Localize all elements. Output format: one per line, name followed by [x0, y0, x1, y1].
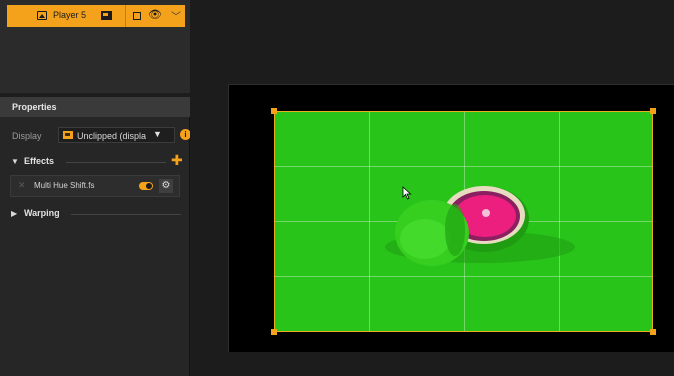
corner-handle-top-right[interactable]: [650, 108, 656, 114]
section-divider: [71, 214, 181, 215]
eye-icon[interactable]: 👁︎: [148, 9, 162, 21]
add-effect-button[interactable]: ✚: [171, 153, 183, 167]
layer-row-player-5[interactable]: Player 5 👁︎ ﹀: [7, 5, 185, 27]
preview-image: [385, 186, 575, 266]
effects-title: Effects: [24, 156, 55, 166]
display-select[interactable]: Unclipped (displa ▼: [58, 127, 175, 143]
corner-handle-bottom-left[interactable]: [271, 329, 277, 335]
gear-icon[interactable]: ⚙: [159, 179, 173, 193]
effect-name: Multi Hue Shift.fs: [34, 181, 95, 190]
properties-title: Properties: [12, 102, 57, 112]
caret-down-icon: ▼: [153, 129, 162, 139]
layer-name: Player 5: [53, 10, 87, 20]
effect-row[interactable]: ✕ Multi Hue Shift.fs ⚙: [10, 175, 180, 197]
screen-icon[interactable]: [101, 11, 112, 20]
left-panel: Player 5 👁︎ ﹀ Properties Display Unclipp…: [0, 0, 191, 376]
caret-down-icon: ▼: [11, 157, 19, 166]
corner-handle-bottom-right[interactable]: [650, 329, 656, 335]
chevron-down-icon[interactable]: ﹀: [171, 8, 181, 23]
effect-toggle[interactable]: [139, 182, 153, 190]
image-icon: [37, 11, 47, 20]
remove-effect-icon[interactable]: ✕: [18, 180, 26, 191]
section-divider: [66, 162, 166, 163]
caret-right-icon: ▶: [11, 209, 18, 218]
layer-separator: [125, 5, 126, 27]
layer-preview[interactable]: [274, 111, 653, 332]
properties-header: Properties: [0, 97, 190, 117]
screen-icon: [63, 131, 73, 139]
layer-list: Player 5 👁︎ ﹀: [0, 0, 190, 93]
warping-section-header[interactable]: ▶ Warping: [8, 207, 186, 221]
warping-title: Warping: [24, 208, 60, 218]
effects-section-header[interactable]: ▼ Effects ✚: [8, 153, 186, 169]
display-value: Unclipped (displa: [77, 131, 147, 141]
layer-checkbox[interactable]: [133, 12, 141, 20]
corner-handle-top-left[interactable]: [271, 108, 277, 114]
mouse-cursor-icon: [402, 186, 412, 200]
display-label: Display: [12, 131, 42, 141]
